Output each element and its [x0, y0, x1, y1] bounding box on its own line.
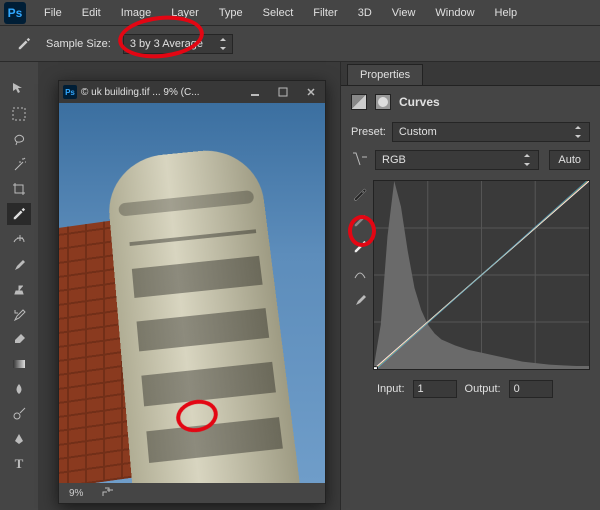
close-button[interactable]	[297, 81, 325, 103]
document-canvas[interactable]	[59, 103, 325, 483]
input-output-row: Input: Output:	[341, 374, 600, 404]
app-logo-icon: Ps	[4, 2, 26, 24]
gray-point-eyedropper-icon[interactable]	[351, 212, 369, 230]
lasso-tool[interactable]	[7, 128, 31, 150]
eraser-tool[interactable]	[7, 328, 31, 350]
output-label: Output:	[465, 383, 501, 395]
auto-button[interactable]: Auto	[549, 150, 590, 170]
panel-header: Curves	[341, 86, 600, 118]
document-area: Ps © uk building.tif ... 9% (C... 9%	[38, 62, 340, 510]
menu-image[interactable]: Image	[111, 3, 162, 23]
panel-tabbar: Properties	[341, 62, 600, 86]
sample-size-value: 3 by 3 Average	[130, 38, 203, 50]
dropdown-arrows-icon	[522, 153, 532, 167]
menu-layer[interactable]: Layer	[161, 3, 209, 23]
history-brush-tool[interactable]	[7, 303, 31, 325]
channel-value: RGB	[382, 154, 406, 166]
clone-stamp-tool[interactable]	[7, 278, 31, 300]
pen-tool[interactable]	[7, 428, 31, 450]
curves-adjustment-icon	[351, 94, 367, 110]
curve-draw-pencil-icon[interactable]	[351, 290, 369, 308]
black-point-eyedropper-icon[interactable]	[351, 186, 369, 204]
toolbar: T	[0, 62, 38, 510]
eyedropper-tool-icon[interactable]	[14, 34, 34, 54]
menu-window[interactable]: Window	[425, 3, 484, 23]
optionsbar: Sample Size: 3 by 3 Average	[0, 26, 600, 62]
white-point-eyedropper-icon[interactable]	[351, 238, 369, 256]
gradient-tool[interactable]	[7, 353, 31, 375]
curves-tool-column	[347, 180, 373, 370]
marquee-tool[interactable]	[7, 103, 31, 125]
channel-dropdown[interactable]: RGB	[375, 150, 539, 170]
eyedropper-tool[interactable]	[7, 203, 31, 225]
input-value-field[interactable]	[413, 380, 457, 398]
menu-type[interactable]: Type	[209, 3, 253, 23]
curves-histogram[interactable]	[373, 180, 590, 370]
document-window: Ps © uk building.tif ... 9% (C... 9%	[58, 80, 326, 504]
brush-tool[interactable]	[7, 253, 31, 275]
document-statusbar: 9%	[59, 483, 325, 503]
magic-wand-tool[interactable]	[7, 153, 31, 175]
tab-properties[interactable]: Properties	[347, 64, 423, 85]
menu-edit[interactable]: Edit	[72, 3, 111, 23]
sample-size-dropdown[interactable]: 3 by 3 Average	[123, 34, 233, 54]
curves-body	[341, 174, 600, 374]
menu-3d[interactable]: 3D	[348, 3, 382, 23]
preset-dropdown[interactable]: Custom	[392, 122, 590, 142]
menubar: Ps File Edit Image Layer Type Select Fil…	[0, 0, 600, 26]
document-titlebar[interactable]: Ps © uk building.tif ... 9% (C...	[59, 81, 325, 103]
crop-tool[interactable]	[7, 178, 31, 200]
document-title: © uk building.tif ... 9% (C...	[81, 87, 241, 98]
layer-mask-icon[interactable]	[375, 94, 391, 110]
preset-label: Preset:	[351, 126, 386, 138]
building-stone-graphic	[105, 145, 302, 483]
move-tool[interactable]	[7, 78, 31, 100]
menu-filter[interactable]: Filter	[303, 3, 347, 23]
minimize-button[interactable]	[241, 81, 269, 103]
maximize-button[interactable]	[269, 81, 297, 103]
workspace: T Ps © uk building.tif ... 9% (C... 9%	[0, 62, 600, 510]
input-label: Input:	[377, 383, 405, 395]
channel-picker-icon[interactable]	[351, 152, 369, 169]
output-value-field[interactable]	[509, 380, 553, 398]
properties-panel: Properties Curves Preset: Custom RGB Aut…	[340, 62, 600, 510]
menu-file[interactable]: File	[34, 3, 72, 23]
dodge-tool[interactable]	[7, 403, 31, 425]
preset-value: Custom	[399, 126, 437, 138]
panel-title: Curves	[399, 95, 440, 109]
healing-brush-tool[interactable]	[7, 228, 31, 250]
type-tool[interactable]: T	[7, 453, 31, 475]
menu-view[interactable]: View	[382, 3, 426, 23]
curve-draw-smooth-icon[interactable]	[351, 264, 369, 282]
sample-size-label: Sample Size:	[46, 38, 111, 50]
blur-tool[interactable]	[7, 378, 31, 400]
menu-help[interactable]: Help	[485, 3, 528, 23]
status-share-icon[interactable]	[101, 486, 113, 501]
preset-row: Preset: Custom	[341, 118, 600, 146]
histogram-svg	[374, 181, 589, 369]
dropdown-arrows-icon	[218, 37, 228, 51]
dropdown-arrows-icon	[573, 125, 583, 139]
channel-row: RGB Auto	[341, 146, 600, 174]
menu-select[interactable]: Select	[253, 3, 304, 23]
doc-logo-icon: Ps	[63, 85, 77, 99]
zoom-level[interactable]: 9%	[69, 488, 83, 499]
